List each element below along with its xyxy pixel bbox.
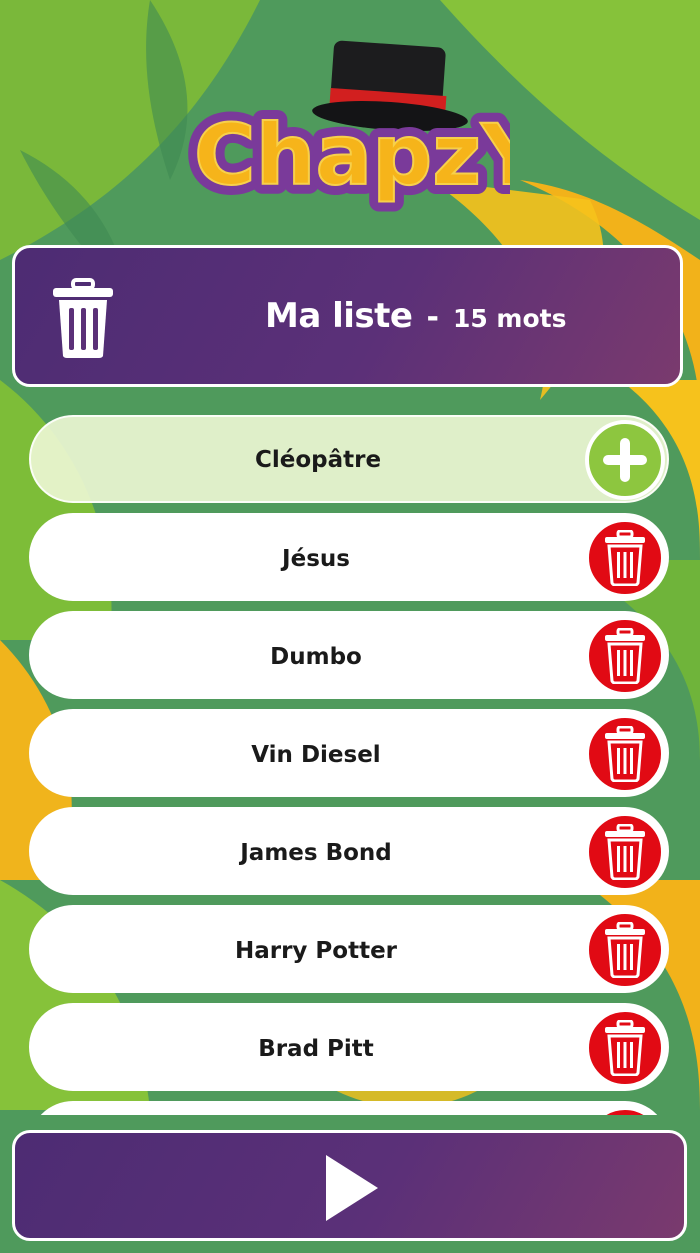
word-count: 15 mots	[452, 304, 567, 333]
play-icon	[326, 1155, 378, 1221]
list-header: Ma liste - 15 mots	[12, 245, 683, 387]
trash-icon	[605, 530, 645, 586]
word-label: Dumbo	[270, 644, 362, 670]
new-word-input[interactable]	[31, 417, 605, 503]
title-separator: -	[426, 300, 439, 335]
list-item: Brad Pitt	[29, 1003, 669, 1091]
word-label: Vin Diesel	[251, 742, 381, 768]
list-title: Ma liste	[265, 296, 413, 336]
word-label	[31, 1103, 601, 1115]
header-title-group: Ma liste - 15 mots	[265, 296, 567, 346]
list-item: Dumbo	[29, 611, 669, 699]
word-list[interactable]: Jésus Dumbo Vin Diesel	[29, 415, 674, 1115]
new-word-row	[29, 415, 669, 503]
list-item: Vin Diesel	[29, 709, 669, 797]
trash-icon	[605, 726, 645, 782]
word-label: Jésus	[282, 546, 350, 572]
list-item: Jésus	[29, 513, 669, 601]
add-word-button[interactable]	[585, 420, 665, 500]
delete-list-button[interactable]	[51, 278, 115, 360]
word-label: Harry Potter	[234, 938, 398, 964]
delete-word-button[interactable]	[585, 1008, 665, 1088]
list-item: Harry Potter	[29, 905, 669, 993]
delete-word-button[interactable]	[585, 910, 665, 990]
trash-icon	[605, 824, 645, 880]
list-item: James Bond	[29, 807, 669, 895]
trash-icon	[605, 628, 645, 684]
list-item	[29, 1101, 669, 1115]
delete-word-button[interactable]	[585, 812, 665, 892]
delete-word-button[interactable]	[585, 518, 665, 598]
trash-icon	[53, 278, 113, 358]
chapzy-logo: ChapzY ChapzY	[180, 36, 553, 216]
svg-text:ChapzY: ChapzY	[194, 106, 510, 204]
delete-word-button[interactable]	[585, 714, 665, 794]
word-label: James Bond	[240, 840, 392, 866]
delete-word-button[interactable]	[585, 616, 665, 696]
word-label: Brad Pitt	[258, 1036, 374, 1062]
trash-icon	[605, 1020, 645, 1076]
plus-icon	[603, 438, 647, 482]
play-button[interactable]	[12, 1130, 687, 1241]
trash-icon	[605, 922, 645, 978]
